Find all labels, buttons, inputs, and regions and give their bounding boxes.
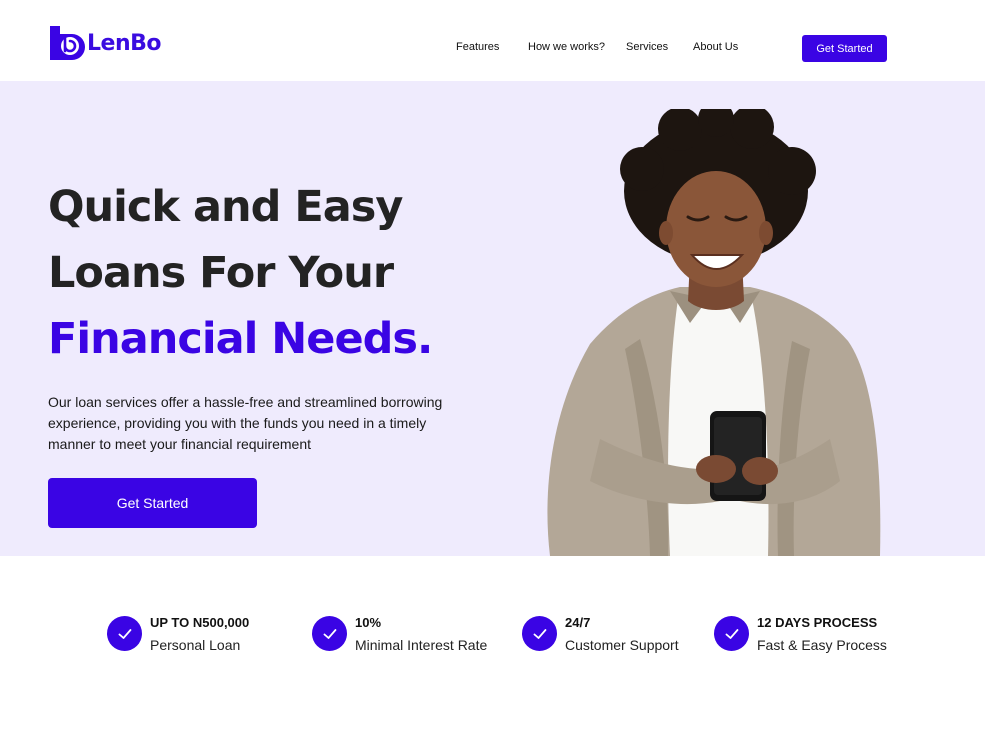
check-circle-icon [714,616,749,651]
check-circle-icon [522,616,557,651]
check-circle-icon [107,616,142,651]
stat-item-customer-support: 24/7 Customer Support [522,615,679,653]
hero-headline-line-3: Financial Needs. [48,314,433,364]
brand-name: LenBo [87,30,161,56]
stat-subtitle: Customer Support [565,637,679,653]
hero-headline-line-1: Quick and Easy [48,182,403,232]
stat-title: 24/7 [565,615,591,630]
check-circle-icon [312,616,347,651]
stat-title: UP TO N500,000 [150,615,250,630]
stat-subtitle: Fast & Easy Process [757,637,887,653]
stat-subtitle: Minimal Interest Rate [355,637,488,653]
site-header: LenBo Features How we works? Services Ab… [0,0,985,81]
nav-link-about-us[interactable]: About Us [693,41,738,53]
hero-headline: Quick and Easy Loans For Your Financial … [48,174,433,372]
hero-get-started-button[interactable]: Get Started [48,478,257,528]
stat-subtitle: Personal Loan [150,637,241,653]
hero-person-illustration [547,109,881,556]
hero-section: Quick and Easy Loans For Your Financial … [0,81,985,556]
stat-title: 10% [355,615,382,630]
lenbo-logo-icon [50,26,85,60]
stat-item-interest-rate: 10% Minimal Interest Rate [312,615,487,653]
features-stats-section: UP TO N500,000 Personal Loan 10% Minimal… [0,556,985,737]
nav-link-features[interactable]: Features [456,41,499,53]
stat-item-personal-loan: UP TO N500,000 Personal Loan [107,615,249,653]
nav-link-services[interactable]: Services [626,41,668,53]
stat-item-process-time: 12 DAYS PROCESS Fast & Easy Process [714,615,887,653]
stat-title: 12 DAYS PROCESS [757,615,878,630]
nav-link-how-it-works[interactable]: How we works? [528,41,605,53]
hero-headline-line-2: Loans For Your [48,248,394,298]
hero-description: Our loan services offer a hassle-free an… [48,394,443,452]
brand-logo[interactable]: LenBo [48,24,161,62]
header-get-started-button[interactable]: Get Started [802,35,887,62]
